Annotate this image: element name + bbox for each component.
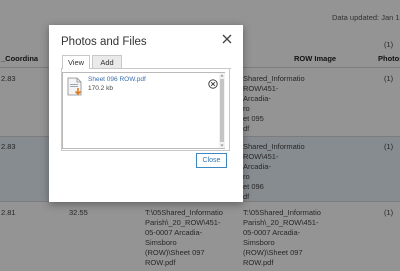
photos-files-dialog: Photos and Files Add View Sheet 096 ROW.… [49, 25, 243, 202]
file-link[interactable]: Sheet 096 ROW.pdf [88, 76, 146, 83]
file-list: Sheet 096 ROW.pdf 170.2 kb [62, 72, 225, 149]
scrollbar[interactable] [219, 73, 225, 148]
scroll-down-icon[interactable] [219, 143, 225, 148]
scrollbar-thumb[interactable] [220, 79, 224, 142]
dialog-title: Photos and Files [61, 36, 147, 48]
remove-file-icon[interactable] [208, 79, 218, 89]
scroll-up-icon[interactable] [219, 73, 225, 78]
close-button[interactable]: Close [196, 153, 227, 168]
pdf-file-download-icon[interactable] [66, 77, 84, 97]
close-icon[interactable] [220, 32, 234, 46]
tab-add[interactable]: Add [92, 55, 122, 68]
tab-view[interactable]: View [62, 55, 90, 69]
file-size: 170.2 kb [88, 85, 113, 92]
